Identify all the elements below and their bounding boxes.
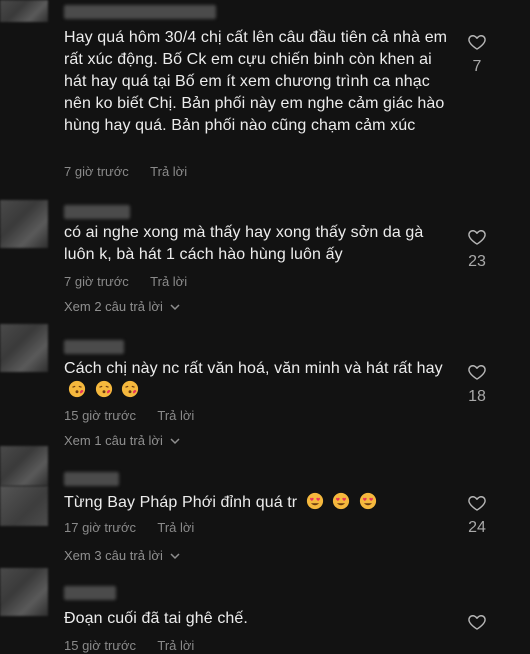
comment-meta: 17 giờ trước Trả lời xyxy=(64,520,212,535)
comment-text: có ai nghe xong mà thấy hay xong thấy sở… xyxy=(64,224,424,263)
kiss-emoji-icon xyxy=(95,380,112,398)
avatar[interactable] xyxy=(0,200,48,248)
comment-time: 7 giờ trước xyxy=(64,164,129,179)
username-blurred[interactable] xyxy=(64,5,216,19)
avatar[interactable] xyxy=(0,324,48,372)
comment-text-body: Cách chị này nc rất văn hoá, văn minh và… xyxy=(64,360,443,377)
heart-outline-icon xyxy=(468,496,486,511)
username-blurred[interactable] xyxy=(64,472,119,486)
comment-meta: 7 giờ trước Trả lời xyxy=(64,274,205,289)
username-blurred[interactable] xyxy=(64,586,116,600)
username-blurred[interactable] xyxy=(64,205,130,219)
view-replies-button[interactable]: Xem 2 câu trả lời xyxy=(64,299,180,314)
like-count: 7 xyxy=(472,58,482,75)
comment-meta: 7 giờ trước Trả lời xyxy=(64,164,205,179)
like-button[interactable]: 24 xyxy=(462,493,492,537)
heart-eyes-emoji-icon xyxy=(306,492,323,510)
chevron-down-icon xyxy=(170,304,180,311)
comment-item: Đoạn cuối đã tai ghê chế. 15 giờ trước T… xyxy=(0,568,530,654)
comment-item: Cách chị này nc rất văn hoá, văn minh và… xyxy=(0,324,530,454)
view-replies-button[interactable]: Xem 3 câu trả lời xyxy=(64,548,180,563)
avatar[interactable] xyxy=(0,568,48,616)
heart-outline-icon xyxy=(468,365,486,380)
view-replies-label: Xem 2 câu trả lời xyxy=(64,299,163,314)
like-button[interactable]: 18 xyxy=(462,362,492,406)
comment-item: Từng Bay Pháp Phới đỉnh quá tr 17 giờ tr… xyxy=(0,446,530,568)
chevron-down-icon xyxy=(170,553,180,560)
comment-text: Đoạn cuối đã tai ghê chế. xyxy=(64,610,248,627)
comment-time: 17 giờ trước xyxy=(64,520,136,535)
heart-outline-icon xyxy=(468,35,486,50)
avatar[interactable] xyxy=(0,486,48,526)
chevron-down-icon xyxy=(170,438,180,445)
view-replies-label: Xem 3 câu trả lời xyxy=(64,548,163,563)
comment-text: Hay quá hôm 30/4 chị cất lên câu đầu tiê… xyxy=(64,29,448,134)
comment-text: Từng Bay Pháp Phới đỉnh quá tr xyxy=(64,492,454,514)
comment-meta: 15 giờ trước Trả lời xyxy=(64,638,212,653)
reply-button[interactable]: Trả lời xyxy=(157,520,194,535)
reply-button[interactable]: Trả lời xyxy=(150,274,187,289)
kiss-emoji-icon xyxy=(121,380,139,398)
comment-time: 15 giờ trước xyxy=(64,638,136,653)
avatar[interactable] xyxy=(0,446,48,486)
like-button[interactable]: 7 xyxy=(462,32,492,76)
username-blurred[interactable] xyxy=(64,340,124,354)
comment-text-body: Từng Bay Pháp Phới đỉnh quá tr xyxy=(64,494,298,511)
like-button[interactable] xyxy=(462,612,492,632)
reply-button[interactable]: Trả lời xyxy=(150,164,187,179)
comment-time: 15 giờ trước xyxy=(64,408,136,423)
kiss-emoji-icon xyxy=(68,380,86,398)
like-count: 23 xyxy=(468,253,486,270)
reply-button[interactable]: Trả lời xyxy=(157,408,194,423)
heart-outline-icon xyxy=(468,615,486,630)
avatar[interactable] xyxy=(0,0,48,22)
reply-button[interactable]: Trả lời xyxy=(157,638,194,653)
comment-text: Cách chị này nc rất văn hoá, văn minh và… xyxy=(64,358,454,402)
comment-item: có ai nghe xong mà thấy hay xong thấy sở… xyxy=(0,200,530,320)
comment-item: Hay quá hôm 30/4 chị cất lên câu đầu tiê… xyxy=(0,0,530,190)
like-count: 24 xyxy=(468,519,486,536)
like-button[interactable]: 23 xyxy=(462,227,492,271)
comment-meta: 15 giờ trước Trả lời xyxy=(64,408,212,423)
heart-eyes-emoji-icon xyxy=(333,492,350,510)
comment-time: 7 giờ trước xyxy=(64,274,129,289)
heart-outline-icon xyxy=(468,230,486,245)
heart-eyes-emoji-icon xyxy=(359,492,376,510)
like-count: 18 xyxy=(468,388,486,405)
